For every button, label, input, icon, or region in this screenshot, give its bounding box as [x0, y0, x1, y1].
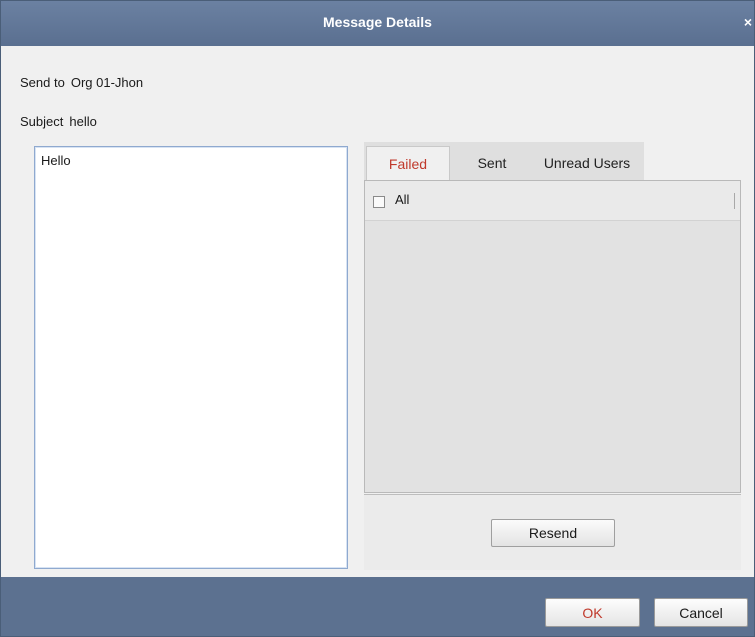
subject-row: Subject hello	[20, 114, 97, 129]
status-tabstrip: Failed Sent Unread Users	[364, 142, 644, 180]
dialog-title: Message Details	[323, 14, 432, 30]
recipient-list: All	[364, 180, 741, 493]
subject-label: Subject	[20, 114, 64, 129]
send-to-label: Send to	[20, 75, 65, 90]
column-divider	[734, 193, 735, 209]
resend-bar: Resend	[364, 494, 741, 570]
tab-sent[interactable]: Sent	[460, 146, 524, 180]
recipient-status-panel: Failed Sent Unread Users All Resend	[364, 142, 741, 570]
dialog-titlebar: Message Details ×	[1, 1, 754, 46]
send-to-row: Send to Org 01-Jhon	[20, 75, 143, 90]
subject-value: hello	[69, 114, 97, 129]
resend-button[interactable]: Resend	[491, 519, 615, 547]
send-to-value: Org 01-Jhon	[70, 75, 144, 90]
cancel-button[interactable]: Cancel	[654, 598, 748, 627]
select-all-label: All	[395, 192, 410, 207]
select-all-checkbox[interactable]	[373, 196, 385, 208]
tab-unread-users[interactable]: Unread Users	[530, 146, 644, 180]
close-icon[interactable]: ×	[744, 14, 752, 30]
dialog-footer: OK Cancel	[1, 577, 754, 636]
message-body-box[interactable]: Hello	[34, 146, 348, 569]
tab-failed[interactable]: Failed	[366, 146, 450, 180]
ok-button[interactable]: OK	[545, 598, 640, 627]
list-header-row: All	[365, 181, 740, 221]
message-details-dialog: Message Details × Send to Org 01-Jhon Sub…	[0, 0, 755, 637]
